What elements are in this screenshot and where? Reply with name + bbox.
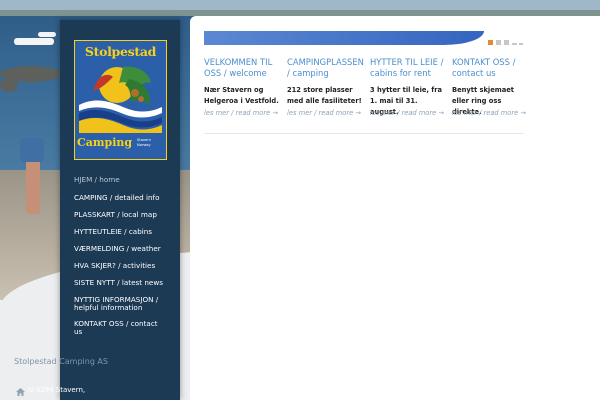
read-more-link[interactable]: les mer / read more → xyxy=(287,109,361,117)
boat xyxy=(14,38,54,45)
boat xyxy=(38,32,56,37)
company-name: Stolpestad Camping AS xyxy=(14,357,108,366)
column-text: 212 store plasser med alle fasiliteter! xyxy=(287,86,362,105)
nav-item-activities[interactable]: HVA SKJER? / activities xyxy=(74,262,155,270)
column-title[interactable]: CAMPINGPLASSEN / camping xyxy=(287,57,365,79)
feature-column-welcome: VELKOMMEN TIL OSS / welcome Nær Stavern … xyxy=(204,57,282,117)
column-title[interactable]: VELKOMMEN TIL OSS / welcome xyxy=(204,57,282,79)
slider-dot[interactable] xyxy=(519,43,523,45)
column-title[interactable]: KONTAKT OSS / contact us xyxy=(452,57,530,79)
logo-subtitle: Camping xyxy=(77,136,133,149)
nav-item-news[interactable]: SISTE NYTT / latest news xyxy=(74,279,163,287)
logo-title: Stolpestad xyxy=(84,44,157,59)
slider-banner[interactable] xyxy=(204,31,484,45)
logo-small-text: Stavern Norway xyxy=(137,138,151,147)
beach-chair xyxy=(20,138,44,162)
slider-dot[interactable] xyxy=(512,43,517,45)
read-more-link[interactable]: les mer / read more → xyxy=(452,109,526,117)
site-logo[interactable]: Stolpestad Camping Stavern Norway xyxy=(74,40,167,160)
content-panel: VELKOMMEN TIL OSS / welcome Nær Stavern … xyxy=(190,16,600,400)
read-more-link[interactable]: les mer / read more → xyxy=(370,109,444,117)
slider-dot-active[interactable] xyxy=(488,40,493,45)
divider xyxy=(204,133,524,134)
column-text: Nær Stavern og Helgeroa i Vestfold. xyxy=(204,86,279,105)
home-icon xyxy=(16,388,25,396)
slider-dot[interactable] xyxy=(496,40,501,45)
feature-column-cabins: HYTTER TIL LEIE / cabins for rent 3 hytt… xyxy=(370,57,448,117)
nav-item-home[interactable]: HJEM / home xyxy=(74,176,120,184)
nav-item-information[interactable]: NYTTIG INFORMASJON / helpful information xyxy=(74,296,160,312)
person-child xyxy=(26,158,40,214)
nav-item-camping[interactable]: CAMPING / detailed info xyxy=(74,194,159,202)
feature-column-camping: CAMPINGPLASSEN / camping 212 store plass… xyxy=(287,57,365,117)
feature-column-contact: KONTAKT OSS / contact us Benytt skjemaet… xyxy=(452,57,530,117)
nav-item-contact[interactable]: KONTAKT OSS / contact us xyxy=(74,320,160,336)
nav-item-weather[interactable]: VÆRMELDING / weather xyxy=(74,245,161,253)
address-text: N-3294 Stavern, xyxy=(28,386,86,394)
nav-item-map[interactable]: PLASSKART / local map xyxy=(74,211,157,219)
column-title[interactable]: HYTTER TIL LEIE / cabins for rent xyxy=(370,57,448,79)
read-more-link[interactable]: les mer / read more → xyxy=(204,109,278,117)
sidebar: Stolpestad Camping Stavern Norway HJEM /… xyxy=(60,20,180,400)
rock xyxy=(0,78,18,92)
logo-emblem-icon xyxy=(79,61,162,133)
slider-dot[interactable] xyxy=(504,40,509,45)
nav-item-cabins[interactable]: HYTTEUTLEIE / cabins xyxy=(74,228,152,236)
